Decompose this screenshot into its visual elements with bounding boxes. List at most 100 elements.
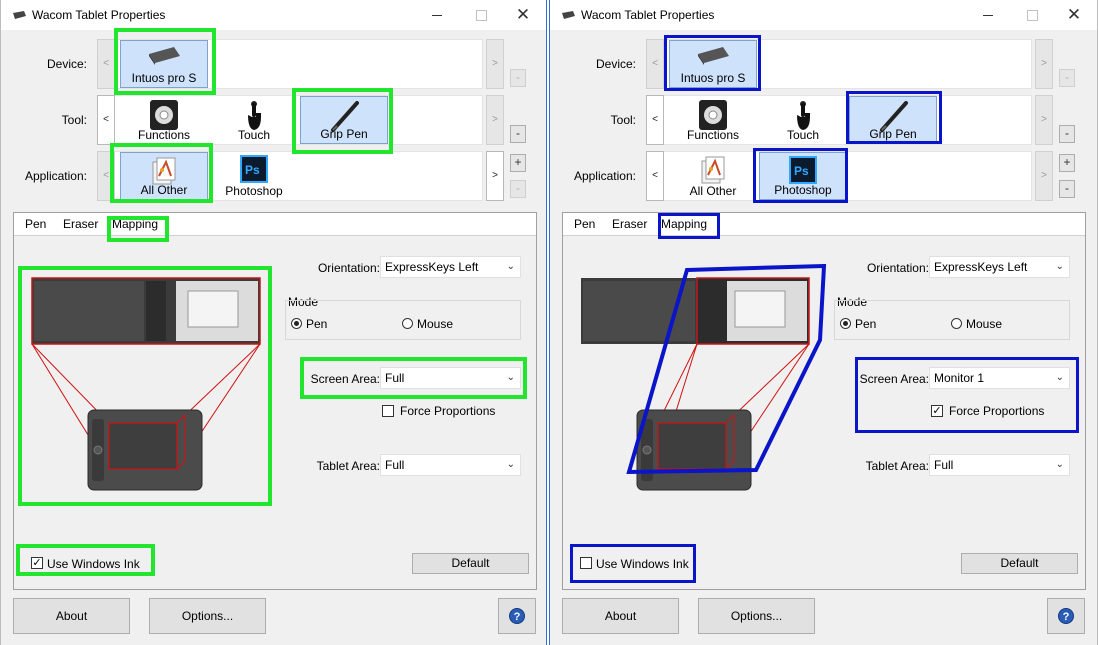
- photoshop-icon: Ps: [240, 155, 268, 183]
- mode-mouse-label: Mouse: [966, 317, 1003, 331]
- mode-pen-label: Pen: [855, 317, 877, 331]
- window-title: Wacom Tablet Properties: [581, 8, 715, 22]
- tablet-area-label: Tablet Area:: [865, 459, 929, 473]
- generic-app-icon: [152, 157, 176, 185]
- mode-mouse-radio[interactable]: [402, 318, 413, 329]
- mode-mouse-radio[interactable]: [951, 318, 962, 329]
- application-remove-button[interactable]: -: [510, 180, 526, 198]
- help-button[interactable]: ?: [498, 598, 536, 634]
- device-scroll-right[interactable]: >: [1035, 39, 1053, 89]
- mode-pen-radio[interactable]: [840, 318, 851, 329]
- tool-item-functions[interactable]: Functions: [120, 96, 208, 144]
- tablet-area-dropdown[interactable]: Full ⌄: [380, 454, 521, 476]
- force-proportions-label: Force Proportions: [400, 404, 496, 418]
- svg-text:Ps: Ps: [794, 164, 809, 178]
- device-remove-button[interactable]: -: [510, 69, 526, 87]
- wacom-window-left: Wacom Tablet Properties ✕ Device: < Intu…: [0, 0, 547, 645]
- application-add-button[interactable]: +: [1059, 154, 1075, 172]
- tablet-area-dropdown[interactable]: Full ⌄: [929, 454, 1070, 476]
- tab-mapping[interactable]: Mapping: [112, 217, 158, 231]
- use-windows-ink-checkbox[interactable]: ✓: [31, 557, 43, 569]
- wacom-window-right: Wacom Tablet Properties ✕ Device: < Intu…: [549, 0, 1098, 645]
- wacom-tablet-icon: [562, 11, 575, 19]
- maximize-button[interactable]: [466, 4, 496, 26]
- use-windows-ink-checkbox[interactable]: [580, 557, 592, 569]
- highlight-mapping-parallelogram: [626, 264, 827, 475]
- device-scroll-left[interactable]: <: [97, 39, 115, 89]
- application-item-all-other[interactable]: All Other: [669, 152, 757, 200]
- active-area-preview: [108, 422, 178, 470]
- help-icon: ?: [1058, 608, 1074, 624]
- tool-scroll-left[interactable]: <: [646, 95, 664, 145]
- minimize-button[interactable]: [973, 4, 1003, 26]
- tool-item-grip-pen[interactable]: Grip Pen: [849, 96, 937, 144]
- application-scroll-right[interactable]: >: [1035, 151, 1053, 201]
- application-item-all-other[interactable]: All Other: [120, 152, 208, 200]
- chevron-down-icon: ⌄: [1055, 372, 1064, 383]
- tablet-icon: [698, 47, 729, 65]
- orientation-dropdown[interactable]: ExpressKeys Left ⌄: [929, 256, 1070, 278]
- default-button[interactable]: Default: [412, 553, 529, 574]
- tool-scroll-left[interactable]: <: [97, 95, 115, 145]
- default-button[interactable]: Default: [961, 553, 1078, 574]
- tool-item-functions[interactable]: Functions: [669, 96, 757, 144]
- device-scroll-right[interactable]: >: [486, 39, 504, 89]
- application-strip: < All Other Ps Photoshop >: [646, 151, 1053, 201]
- force-proportions-checkbox[interactable]: ✓: [931, 405, 943, 417]
- orientation-label: Orientation:: [866, 261, 929, 275]
- tool-scroll-right[interactable]: >: [486, 95, 504, 145]
- chevron-down-icon: ⌄: [506, 261, 515, 272]
- device-remove-button[interactable]: -: [1059, 69, 1075, 87]
- device-label: Device:: [595, 57, 636, 71]
- tab-eraser[interactable]: Eraser: [63, 217, 98, 231]
- dialog-thumbnail: [187, 290, 239, 328]
- tool-strip: < Functions Touch Grip Pen >: [97, 95, 504, 145]
- device-item-intuos[interactable]: Intuos pro S: [120, 40, 208, 88]
- tab-eraser[interactable]: Eraser: [612, 217, 647, 231]
- application-scroll-right[interactable]: >: [486, 151, 504, 201]
- maximize-button[interactable]: [1017, 4, 1047, 26]
- orientation-value: ExpressKeys Left: [385, 260, 479, 274]
- about-button[interactable]: About: [562, 598, 679, 634]
- options-button[interactable]: Options...: [698, 598, 815, 634]
- tab-pen[interactable]: Pen: [574, 217, 595, 231]
- screen-area-dropdown[interactable]: Monitor 1 ⌄: [929, 367, 1070, 389]
- application-add-button[interactable]: +: [510, 154, 526, 172]
- device-item-intuos[interactable]: Intuos pro S: [669, 40, 757, 88]
- application-label: Application:: [573, 169, 636, 183]
- options-button[interactable]: Options...: [149, 598, 266, 634]
- application-scroll-left[interactable]: <: [646, 151, 664, 201]
- desktop-thumbnail-left: [34, 281, 144, 341]
- tool-item-touch[interactable]: Touch: [759, 96, 847, 144]
- orientation-dropdown[interactable]: ExpressKeys Left ⌄: [380, 256, 521, 278]
- use-windows-ink-label: Use Windows Ink: [596, 557, 689, 571]
- device-label: Device:: [46, 57, 87, 71]
- tab-mapping[interactable]: Mapping: [661, 217, 707, 231]
- tool-remove-button[interactable]: -: [510, 125, 526, 143]
- device-scroll-left[interactable]: <: [646, 39, 664, 89]
- tool-remove-button[interactable]: -: [1059, 125, 1075, 143]
- screen-area-dropdown[interactable]: Full ⌄: [380, 367, 521, 389]
- application-item-photoshop[interactable]: Ps Photoshop: [759, 152, 847, 200]
- radial-menu-icon: [150, 100, 178, 130]
- tab-pen[interactable]: Pen: [25, 217, 46, 231]
- application-strip: < All Other Ps Photoshop >: [97, 151, 504, 201]
- close-button[interactable]: ✕: [1059, 4, 1089, 26]
- application-item-photoshop[interactable]: Ps Photoshop: [210, 152, 298, 200]
- mode-pen-radio[interactable]: [291, 318, 302, 329]
- about-button[interactable]: About: [13, 598, 130, 634]
- tool-label: Tool:: [61, 113, 87, 127]
- settings-panel: Pen Eraser Mapping Orientation: ExpressK…: [13, 212, 537, 590]
- application-scroll-left[interactable]: <: [97, 151, 115, 201]
- title-bar: Wacom Tablet Properties ✕: [1, 0, 546, 30]
- help-button[interactable]: ?: [1047, 598, 1085, 634]
- photoshop-icon: Ps: [789, 156, 817, 184]
- tool-item-grip-pen[interactable]: Grip Pen: [300, 96, 388, 144]
- application-remove-button[interactable]: -: [1059, 180, 1075, 198]
- minimize-button[interactable]: [422, 4, 452, 26]
- window-title: Wacom Tablet Properties: [32, 8, 166, 22]
- force-proportions-checkbox[interactable]: [382, 405, 394, 417]
- tool-scroll-right[interactable]: >: [1035, 95, 1053, 145]
- tool-item-touch[interactable]: Touch: [210, 96, 298, 144]
- close-button[interactable]: ✕: [508, 4, 538, 26]
